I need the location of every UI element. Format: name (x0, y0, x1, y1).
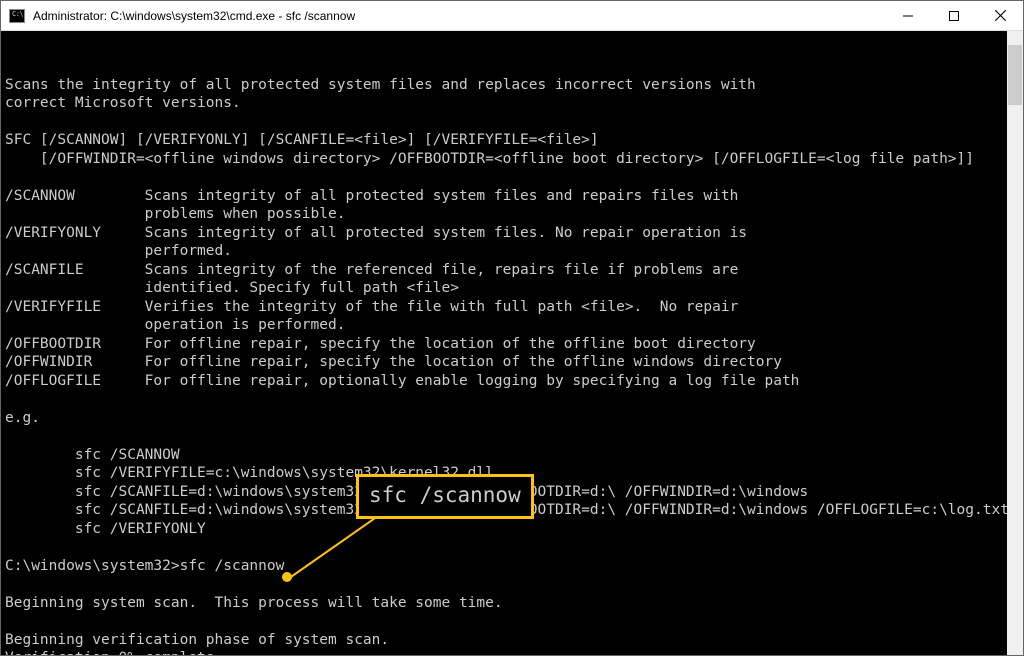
callout-text: sfc /scannow (369, 483, 521, 507)
console-line (5, 168, 1003, 187)
console-area[interactable]: Scans the integrity of all protected sys… (1, 31, 1023, 655)
console-line (5, 575, 1003, 594)
console-line: /VERIFYFILE Verifies the integrity of th… (5, 298, 1003, 317)
console-line (5, 390, 1003, 409)
console-line: sfc /SCANNOW (5, 446, 1003, 465)
console-line: SFC [/SCANNOW] [/VERIFYONLY] [/SCANFILE=… (5, 131, 1003, 150)
console-line: /SCANFILE Scans integrity of the referen… (5, 261, 1003, 280)
cmd-icon: C:\. (9, 9, 25, 23)
title-bar[interactable]: C:\. Administrator: C:\windows\system32\… (1, 1, 1023, 31)
console-line: Beginning verification phase of system s… (5, 631, 1003, 650)
console-line: [/OFFWINDIR=<offline windows directory> … (5, 150, 1003, 169)
minimize-button[interactable] (885, 1, 931, 30)
console-line (5, 538, 1003, 557)
console-output: Scans the integrity of all protected sys… (1, 31, 1007, 655)
console-line (5, 113, 1003, 132)
console-line: /OFFLOGFILE For offline repair, optional… (5, 372, 1003, 391)
console-line: operation is performed. (5, 316, 1003, 335)
console-line: Beginning system scan. This process will… (5, 594, 1003, 613)
console-line: /VERIFYONLY Scans integrity of all prote… (5, 224, 1003, 243)
window-title: Administrator: C:\windows\system32\cmd.e… (33, 9, 885, 23)
console-line (5, 427, 1003, 446)
close-button[interactable] (977, 1, 1023, 30)
console-line: correct Microsoft versions. (5, 94, 1003, 113)
console-line: /SCANNOW Scans integrity of all protecte… (5, 187, 1003, 206)
console-line: problems when possible. (5, 205, 1003, 224)
maximize-button[interactable] (931, 1, 977, 30)
console-line: sfc /VERIFYONLY (5, 520, 1003, 539)
console-line: /OFFWINDIR For offline repair, specify t… (5, 353, 1003, 372)
callout-anchor-dot (282, 572, 292, 582)
callout-box: sfc /scannow (356, 474, 534, 519)
vertical-scrollbar[interactable] (1007, 31, 1023, 655)
console-line: Verification 0% complete. (5, 649, 1003, 655)
console-line: Scans the integrity of all protected sys… (5, 76, 1003, 95)
console-line (5, 612, 1003, 631)
window-controls (885, 1, 1023, 30)
console-line: identified. Specify full path <file> (5, 279, 1003, 298)
console-line: e.g. (5, 409, 1003, 428)
console-line: performed. (5, 242, 1003, 261)
console-line (5, 57, 1003, 76)
console-line: C:\windows\system32>sfc /scannow (5, 557, 1003, 576)
scrollbar-thumb[interactable] (1008, 45, 1022, 105)
console-line: /OFFBOOTDIR For offline repair, specify … (5, 335, 1003, 354)
app-window: C:\. Administrator: C:\windows\system32\… (0, 0, 1024, 656)
